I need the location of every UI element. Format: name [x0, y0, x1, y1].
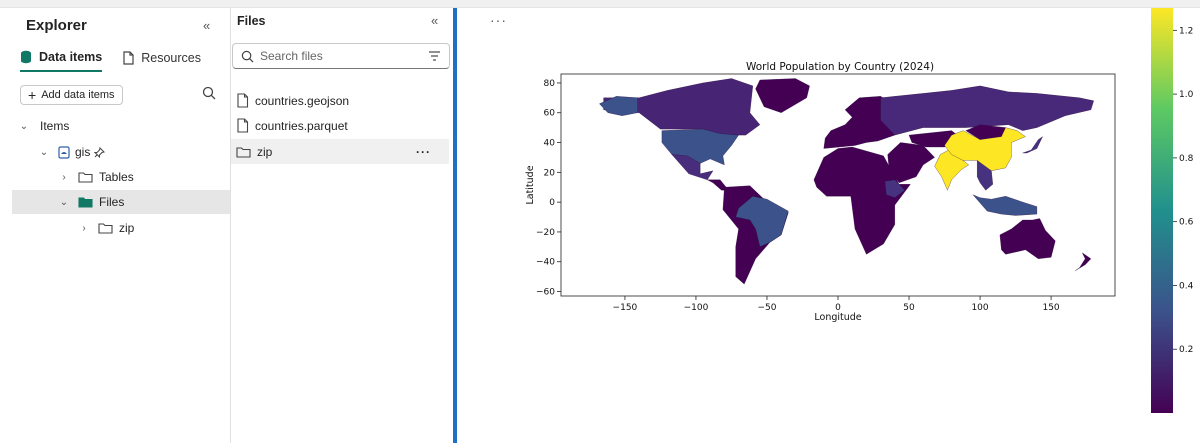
collapse-explorer-icon[interactable]: «	[203, 18, 210, 33]
chevron-down-icon[interactable]: ⌄	[58, 197, 70, 208]
x-tick-label: 150	[1042, 303, 1059, 313]
x-tick-label: −100	[684, 303, 709, 313]
explorer-title: Explorer	[26, 17, 87, 34]
top-strip	[0, 0, 1200, 8]
y-tick-label: −60	[536, 288, 555, 298]
tree-label: gis	[75, 145, 91, 159]
tree-item-items[interactable]: ⌄ Items	[12, 114, 230, 138]
add-button-label: Add data items	[41, 89, 115, 101]
tree-item-gis[interactable]: ⌄ gis	[12, 140, 230, 164]
tree-label: zip	[119, 221, 135, 235]
add-data-items-button[interactable]: + Add data items	[20, 85, 123, 105]
colorbar	[1151, 8, 1173, 413]
tree-label: Files	[99, 195, 125, 209]
tree-item-tables[interactable]: › Tables	[12, 165, 230, 189]
tab-data-items[interactable]: Data items	[20, 50, 103, 72]
chart-title: World Population by Country (2024)	[746, 61, 934, 73]
search-icon	[241, 50, 254, 62]
folder-icon	[98, 223, 113, 234]
y-tick-label: 40	[544, 139, 556, 149]
colorbar-tick-label: 1.0	[1179, 90, 1194, 100]
colorbar-tick-label: 0.2	[1179, 345, 1193, 355]
output-pane: ··· World Population by Country (2024) −…	[457, 8, 1200, 443]
colorbar-tick-label: 0.6	[1179, 218, 1194, 228]
chevron-right-icon[interactable]: ›	[58, 172, 70, 183]
y-tick-label: −20	[536, 228, 555, 238]
file-icon	[237, 118, 249, 133]
world-population-chart: World Population by Country (2024) −150 −…	[525, 8, 1194, 413]
tab-resources[interactable]: Resources	[122, 50, 201, 72]
x-tick-label: −150	[613, 303, 638, 313]
x-tick-label: −50	[757, 303, 776, 313]
tab-label: Resources	[141, 51, 201, 65]
y-tick-label: 80	[544, 79, 556, 89]
chevron-down-icon[interactable]: ⌄	[38, 147, 50, 158]
tree-item-zip[interactable]: › zip	[12, 216, 230, 240]
files-panel: Files « countries.geojson countries.parq…	[231, 8, 453, 443]
colorbar-tick-label: 0.8	[1179, 154, 1194, 164]
lakehouse-icon	[58, 145, 70, 159]
files-title: Files	[237, 14, 266, 28]
more-options-icon[interactable]: ···	[416, 145, 431, 159]
folder-icon	[78, 197, 93, 208]
tree-label: Items	[40, 119, 70, 133]
search-files-box[interactable]	[232, 43, 450, 69]
folder-icon	[78, 172, 93, 183]
file-name: countries.parquet	[255, 118, 348, 133]
file-item-countries-parquet[interactable]: countries.parquet	[231, 113, 449, 138]
colorbar-tick-label: 0.4	[1179, 281, 1194, 291]
file-icon	[237, 93, 249, 108]
x-tick-label: 100	[971, 303, 988, 313]
database-icon	[21, 50, 31, 64]
y-axis-label: Latitude	[525, 165, 536, 204]
file-name: zip	[257, 144, 273, 159]
tree-label: Tables	[99, 170, 134, 184]
x-axis-label: Longitude	[814, 312, 861, 323]
plus-icon: +	[28, 87, 37, 103]
folder-icon	[236, 146, 251, 158]
y-tick-label: 20	[544, 168, 556, 178]
filter-icon[interactable]	[428, 50, 441, 62]
file-item-countries-geojson[interactable]: countries.geojson	[231, 88, 449, 113]
y-tick-label: −40	[536, 258, 555, 268]
file-name: countries.geojson	[255, 93, 350, 108]
chevron-down-icon[interactable]: ⌄	[18, 121, 30, 132]
tab-label: Data items	[39, 50, 103, 64]
search-icon[interactable]	[202, 86, 216, 105]
tree-item-files[interactable]: ⌄ Files	[12, 190, 230, 214]
colorbar-tick-label: 1.2	[1179, 26, 1193, 36]
colorbar-ticks: 0.2 0.4 0.6 0.8 1.0 1.2	[1173, 26, 1194, 355]
document-icon	[123, 51, 134, 65]
file-item-zip[interactable]: zip ···	[231, 139, 449, 164]
explorer-tabs: Data items Resources	[20, 50, 201, 72]
pin-icon[interactable]	[94, 146, 106, 158]
search-files-input[interactable]	[260, 49, 410, 63]
y-tick-label: 0	[549, 198, 555, 208]
x-tick-label: 50	[903, 303, 915, 313]
y-tick-label: 60	[544, 109, 556, 119]
explorer-panel: Explorer « Data items Resources + Add da…	[0, 8, 231, 443]
chevron-right-icon[interactable]: ›	[78, 223, 90, 234]
collapse-files-icon[interactable]: «	[431, 13, 438, 28]
